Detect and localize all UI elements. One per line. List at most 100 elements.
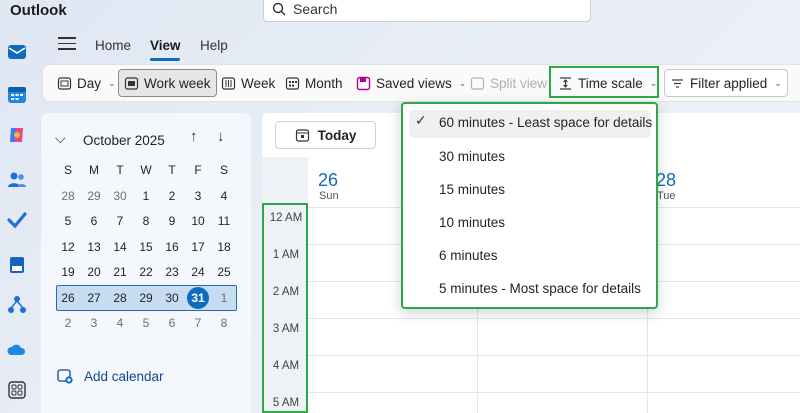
time-scale-option[interactable]: 5 minutes - Most space for details (439, 281, 641, 296)
mini-calendar-day[interactable]: 30 (159, 286, 185, 310)
mini-calendar-day[interactable]: 6 (159, 311, 185, 335)
search-box[interactable]: Search (263, 0, 591, 22)
week-view-label: Week (241, 75, 276, 91)
time-scale-option[interactable]: 30 minutes (439, 149, 505, 164)
work-week-icon (124, 76, 139, 90)
mini-calendar-day[interactable]: 29 (133, 286, 159, 310)
mini-calendar-day[interactable]: 22 (133, 260, 159, 284)
mini-calendar-day[interactable]: 2 (159, 184, 185, 208)
tab-home[interactable]: Home (95, 38, 131, 53)
next-month-arrow-icon[interactable]: ↓ (217, 128, 225, 145)
mail-icon[interactable] (7, 42, 27, 62)
mini-calendar-day[interactable]: 14 (107, 235, 133, 259)
mini-calendar-day[interactable]: 8 (133, 209, 159, 233)
saved-views-button[interactable]: Saved views ⌄ (351, 69, 471, 97)
mini-calendar-day[interactable]: 1 (211, 286, 237, 310)
weekday-header: S (219, 163, 228, 177)
mini-calendar-day[interactable]: 15 (133, 235, 159, 259)
previous-month-arrow-icon[interactable]: ↑ (190, 128, 198, 145)
mini-calendar-day[interactable]: 10 (185, 209, 211, 233)
mini-calendar-month: October 2025 (83, 133, 165, 148)
chevron-down-icon: ⌄ (108, 77, 116, 88)
mini-calendar-day[interactable]: 25 (211, 260, 237, 284)
split-view-button[interactable]: Split view (465, 69, 552, 97)
today-button[interactable]: Today (275, 121, 376, 149)
mini-calendar-day[interactable]: 18 (211, 235, 237, 259)
mini-calendar-day[interactable]: 13 (81, 235, 107, 259)
add-calendar-link[interactable]: Add calendar (57, 368, 164, 384)
time-scale-option[interactable]: 10 minutes (439, 215, 505, 230)
week-view-button[interactable]: Week (216, 69, 280, 97)
copilot-icon[interactable] (7, 125, 27, 145)
weekday-header: W (140, 163, 152, 177)
time-scale-option[interactable]: 6 minutes (439, 248, 498, 263)
people-icon[interactable] (7, 170, 27, 190)
mini-calendar-day[interactable]: 7 (185, 311, 211, 335)
mini-calendar-day[interactable]: 5 (55, 209, 81, 233)
apps-icon[interactable] (7, 380, 27, 400)
onedrive-icon[interactable] (7, 340, 27, 360)
mini-calendar-day[interactable]: 9 (159, 209, 185, 233)
mini-calendar-day[interactable]: 3 (81, 311, 107, 335)
mini-calendar-day[interactable]: 21 (107, 260, 133, 284)
split-view-icon (470, 76, 485, 90)
mini-calendar-day[interactable]: 26 (55, 286, 81, 310)
collapse-chevron-icon[interactable]: ⌵ (55, 130, 66, 147)
day-view-icon (57, 76, 72, 90)
today-label: Today (317, 127, 357, 143)
month-view-label: Month (305, 75, 343, 91)
mini-calendar-day[interactable]: 11 (211, 209, 237, 233)
mini-calendar-day[interactable]: 6 (81, 209, 107, 233)
active-tab-indicator (150, 58, 180, 61)
mini-calendar-day[interactable]: 1 (133, 184, 159, 208)
hamburger-menu-icon[interactable] (58, 37, 76, 51)
tab-help[interactable]: Help (200, 38, 228, 53)
add-calendar-icon (57, 369, 73, 384)
day-view-label: Day (77, 75, 102, 91)
mini-calendar-day[interactable]: 19 (55, 260, 81, 284)
hour-gridline (308, 355, 800, 356)
weekday-header: S (63, 163, 72, 177)
today-calendar-icon (295, 128, 309, 142)
mini-calendar-day[interactable]: 17 (185, 235, 211, 259)
mini-calendar-day[interactable]: 28 (55, 184, 81, 208)
storage-icon[interactable] (7, 255, 27, 275)
mini-calendar-day[interactable]: 3 (185, 184, 211, 208)
mini-calendar-day[interactable]: 20 (81, 260, 107, 284)
mini-calendar-day[interactable]: 5 (133, 311, 159, 335)
calendar-icon[interactable] (7, 85, 27, 105)
work-week-button[interactable]: Work week (118, 69, 217, 97)
mini-calendar-day[interactable]: 23 (159, 260, 185, 284)
day-view-button[interactable]: Day ⌄ (52, 69, 121, 97)
mini-calendar-day[interactable]: 27 (81, 286, 107, 310)
week-view-icon (221, 76, 236, 90)
time-scale-option[interactable]: 15 minutes (439, 182, 505, 197)
day-column-date[interactable]: 28 (656, 170, 676, 191)
mini-calendar-day[interactable]: 7 (107, 209, 133, 233)
mini-calendar-day[interactable]: 30 (107, 184, 133, 208)
saved-views-label: Saved views (376, 75, 452, 91)
mini-calendar-day[interactable]: 2 (55, 311, 81, 335)
day-column-date[interactable]: 26 (318, 170, 338, 191)
mini-calendar-day[interactable]: 8 (211, 311, 237, 335)
mini-calendar-day[interactable]: 29 (81, 184, 107, 208)
mini-calendar-day[interactable]: 16 (159, 235, 185, 259)
search-input[interactable]: Search (293, 1, 337, 17)
filter-label: Filter applied (690, 75, 768, 91)
month-view-icon (285, 76, 300, 90)
mini-calendar-day[interactable]: 24 (185, 260, 211, 284)
time-scale-option[interactable]: 60 minutes - Least space for details (439, 115, 652, 130)
org-icon[interactable] (7, 295, 27, 315)
tab-view[interactable]: View (150, 38, 181, 53)
filter-button[interactable]: Filter applied ⌄ (664, 69, 788, 97)
search-icon (272, 2, 286, 16)
mini-calendar-day[interactable]: 28 (107, 286, 133, 310)
day-column-weekday: Tue (657, 190, 676, 202)
time-scale-dropdown: ✓ 60 minutes - Least space for details 3… (401, 102, 658, 309)
mini-calendar-day[interactable]: 12 (55, 235, 81, 259)
month-view-button[interactable]: Month (280, 69, 348, 97)
todo-icon[interactable] (7, 210, 27, 230)
mini-calendar-day[interactable]: 31 (185, 286, 211, 310)
mini-calendar-day[interactable]: 4 (211, 184, 237, 208)
mini-calendar-day[interactable]: 4 (107, 311, 133, 335)
